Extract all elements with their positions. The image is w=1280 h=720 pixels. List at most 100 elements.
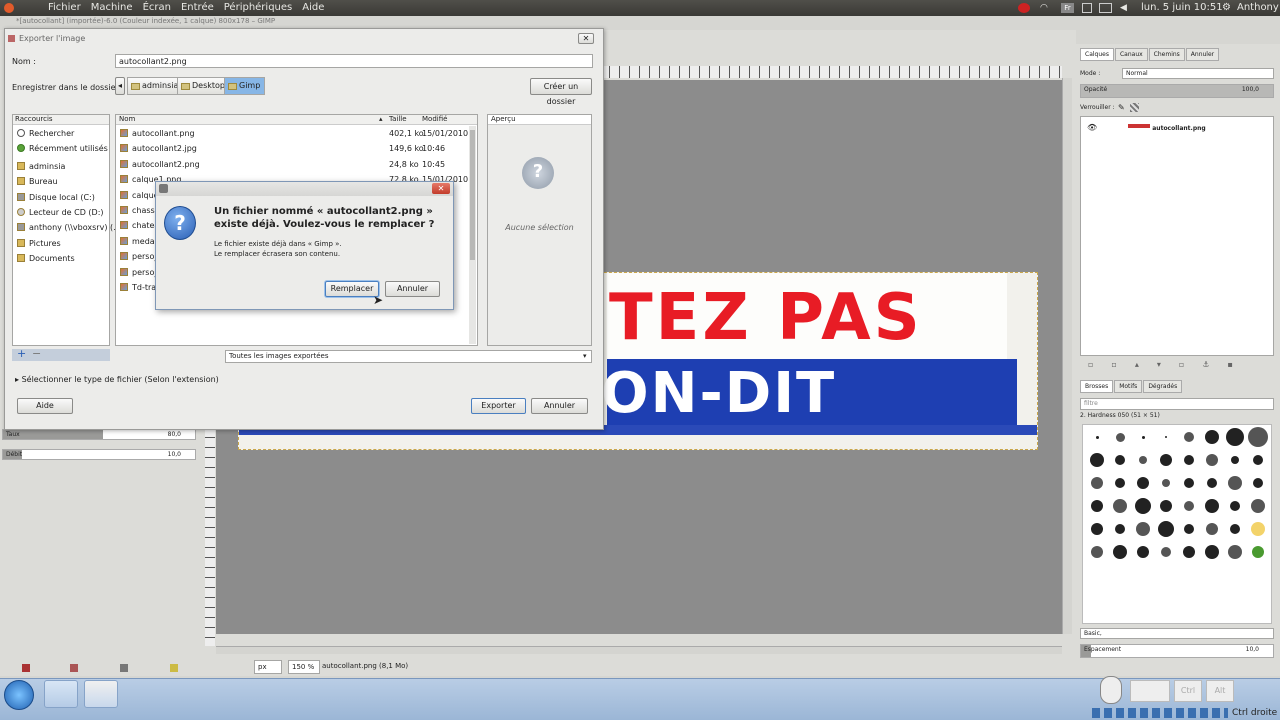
confirm-close-button[interactable]: ✕ (432, 183, 450, 194)
brush-swatch[interactable] (1205, 430, 1219, 444)
menu-peripheriques[interactable]: Périphériques (224, 2, 293, 13)
breadcrumb-adminsia[interactable]: adminsia (127, 77, 184, 95)
clock[interactable]: lun. 5 juin 10:51 (1141, 2, 1223, 13)
remove-place-icon[interactable]: − (32, 347, 41, 360)
column-name[interactable]: Nom (119, 115, 135, 123)
brush-swatch[interactable] (1165, 436, 1167, 438)
brush-swatch[interactable] (1113, 499, 1127, 513)
record-icon[interactable] (1018, 3, 1030, 13)
brush-swatch[interactable] (1115, 432, 1125, 442)
brush-swatch[interactable] (1135, 498, 1151, 514)
brush-swatch[interactable] (1206, 454, 1218, 466)
place-disque-c[interactable]: Disque local (C:) (13, 190, 109, 205)
menu-fichier[interactable]: Fichier (48, 2, 81, 13)
brush-swatch[interactable] (1184, 501, 1194, 511)
replace-button[interactable]: Remplacer (325, 281, 379, 297)
menu-ecran[interactable]: Écran (143, 2, 171, 13)
keyboard-layout-indicator[interactable]: Fr (1061, 3, 1074, 13)
brush-swatch[interactable] (1183, 546, 1195, 558)
brush-swatch[interactable] (1184, 432, 1194, 442)
brush-swatch[interactable] (1160, 454, 1172, 466)
menu-machine[interactable]: Machine (91, 2, 133, 13)
menu-aide[interactable]: Aide (302, 2, 324, 13)
brush-swatch[interactable] (1139, 456, 1147, 464)
brush-swatch[interactable] (1161, 547, 1171, 557)
unit-select[interactable]: px (254, 660, 282, 674)
explorer-taskbar-icon[interactable] (44, 680, 78, 708)
filename-input[interactable]: autocollant2.png (115, 54, 593, 68)
menu-entree[interactable]: Entrée (181, 2, 214, 13)
filter-dropdown-icon[interactable]: ▾ (583, 352, 587, 360)
ctrl-key[interactable]: Ctrl (1174, 680, 1202, 702)
brush-swatch[interactable] (1184, 524, 1194, 534)
close-window-icon[interactable] (4, 3, 14, 13)
gimp-taskbar-icon[interactable] (84, 680, 118, 708)
brush-swatch[interactable] (1230, 524, 1240, 534)
brush-swatch[interactable] (1251, 522, 1265, 536)
column-size[interactable]: Taille (389, 115, 407, 123)
brush-swatch[interactable] (1136, 522, 1150, 536)
brush-swatch[interactable] (1137, 477, 1149, 489)
place-cd-d[interactable]: Lecteur de CD (D:) (13, 205, 109, 220)
brush-swatch[interactable] (1228, 545, 1242, 559)
zoom-select[interactable]: 150 % (288, 660, 320, 674)
brush-swatch[interactable] (1248, 427, 1268, 447)
tab-canaux[interactable]: Canaux (1114, 48, 1148, 61)
brush-swatch[interactable] (1091, 477, 1103, 489)
volume-icon[interactable]: ◀ (1120, 3, 1127, 13)
layer-actions[interactable]: ▫▫▴▾▫⚓▪ (1088, 360, 1251, 369)
mode-select[interactable]: Normal (1122, 68, 1274, 79)
brush-swatch[interactable] (1226, 428, 1244, 446)
brush-swatch[interactable] (1205, 499, 1219, 513)
place-bureau[interactable]: Bureau (13, 174, 109, 189)
brush-grid[interactable] (1082, 424, 1272, 624)
layer-row[interactable]: 👁 autocollant.png (1081, 120, 1273, 135)
help-button[interactable]: Aide (17, 398, 73, 414)
place-pictures[interactable]: Pictures (13, 236, 109, 251)
brush-swatch[interactable] (1252, 546, 1264, 558)
breadcrumb-desktop[interactable]: Desktop (177, 77, 230, 95)
brush-swatch[interactable] (1137, 546, 1149, 558)
tab-motifs[interactable]: Motifs (1114, 380, 1143, 393)
brush-preset-select[interactable]: Basic, (1080, 628, 1274, 639)
horizontal-scrollbar[interactable] (216, 646, 1062, 654)
place-adminsia[interactable]: adminsia (13, 159, 109, 174)
settings-gear-icon[interactable]: ⚙ (1222, 2, 1231, 13)
brush-swatch[interactable] (1141, 435, 1145, 439)
brush-swatch[interactable] (1251, 499, 1265, 513)
battery-icon[interactable] (1099, 3, 1112, 13)
user-name[interactable]: Anthony (1237, 2, 1279, 13)
lock-pixels-icon[interactable]: ✎ (1118, 103, 1125, 112)
delete-options-icon[interactable] (120, 664, 128, 672)
brush-swatch[interactable] (1090, 453, 1104, 467)
brush-swatch[interactable] (1231, 456, 1239, 464)
brush-swatch[interactable] (1228, 476, 1242, 490)
brush-swatch[interactable] (1207, 478, 1217, 488)
mouse-integration-icon[interactable] (1100, 676, 1122, 704)
brush-swatch[interactable] (1184, 478, 1194, 488)
export-button[interactable]: Exporter (471, 398, 526, 414)
lock-alpha-icon[interactable] (1130, 103, 1139, 112)
brush-swatch[interactable] (1113, 545, 1127, 559)
brush-swatch[interactable] (1253, 455, 1263, 465)
tab-calques[interactable]: Calques (1080, 48, 1114, 61)
file-row[interactable]: autocollant2.png 24,8 ko 10:45 (116, 157, 477, 172)
place-vboxsrv[interactable]: anthony (\\vboxsrv) (... (13, 220, 121, 235)
brush-swatch[interactable] (1253, 478, 1263, 488)
tab-brosses[interactable]: Brosses (1080, 380, 1114, 393)
brush-swatch[interactable] (1115, 455, 1125, 465)
place-recents[interactable]: Récemment utilisés (13, 141, 109, 156)
brush-swatch[interactable] (1095, 435, 1099, 439)
file-type-expander[interactable]: ▸ Sélectionner le type de fichier (Selon… (15, 375, 219, 384)
add-place-icon[interactable]: + (17, 347, 26, 360)
brush-swatch[interactable] (1162, 479, 1170, 487)
tab-annuler[interactable]: Annuler (1185, 48, 1220, 61)
brush-swatch[interactable] (1115, 524, 1125, 534)
brush-swatch[interactable] (1091, 546, 1103, 558)
brush-swatch[interactable] (1091, 523, 1103, 535)
sort-arrow-icon[interactable]: ▴ (379, 115, 383, 123)
brush-swatch[interactable] (1206, 523, 1218, 535)
place-documents[interactable]: Documents (13, 251, 109, 266)
file-row[interactable]: autocollant2.jpg 149,6 ko 10:46 (116, 141, 477, 156)
alt-key[interactable]: Alt (1206, 680, 1234, 702)
